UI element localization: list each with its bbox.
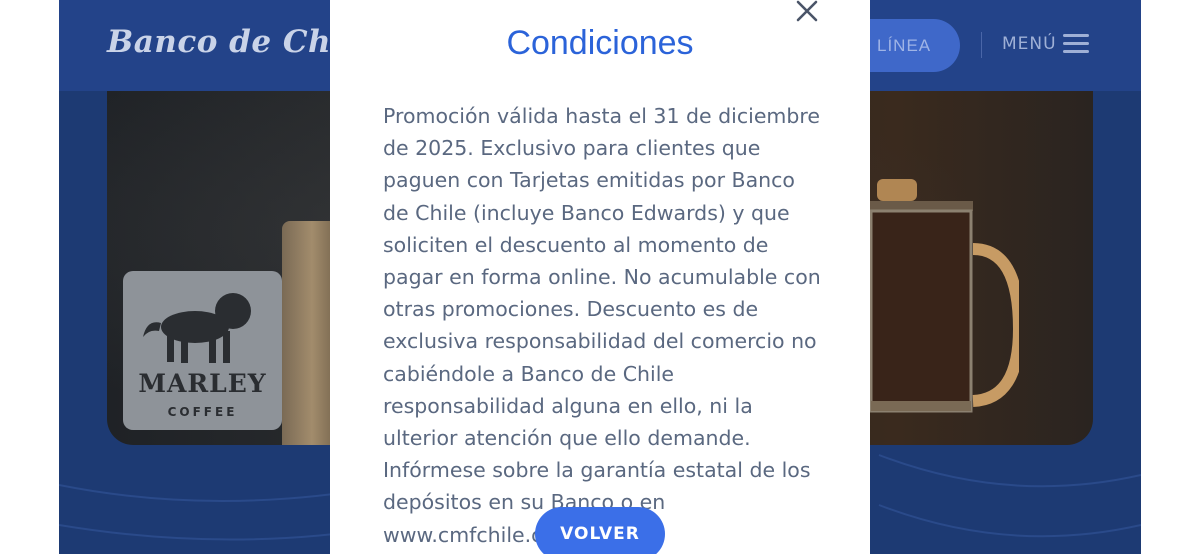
conditions-modal: Condiciones Promoción válida hasta el 31… — [330, 0, 870, 554]
lion-icon — [143, 293, 251, 363]
close-icon[interactable] — [792, 0, 822, 26]
marley-coffee-logo-card: MARLEY COFFEE — [123, 271, 282, 430]
header-divider — [981, 32, 982, 58]
volver-button[interactable]: VOLVER — [535, 507, 665, 554]
hamburger-menu-icon[interactable] — [1063, 34, 1091, 54]
modal-title: Condiciones — [506, 24, 694, 62]
brand-name: MARLEY — [138, 369, 267, 398]
french-press-image — [869, 179, 1019, 413]
conditions-text: Promoción válida hasta el 31 de diciembr… — [383, 104, 821, 547]
brand-subtitle: COFFEE — [167, 405, 238, 419]
menu-label[interactable]: MENÚ — [1002, 34, 1057, 54]
